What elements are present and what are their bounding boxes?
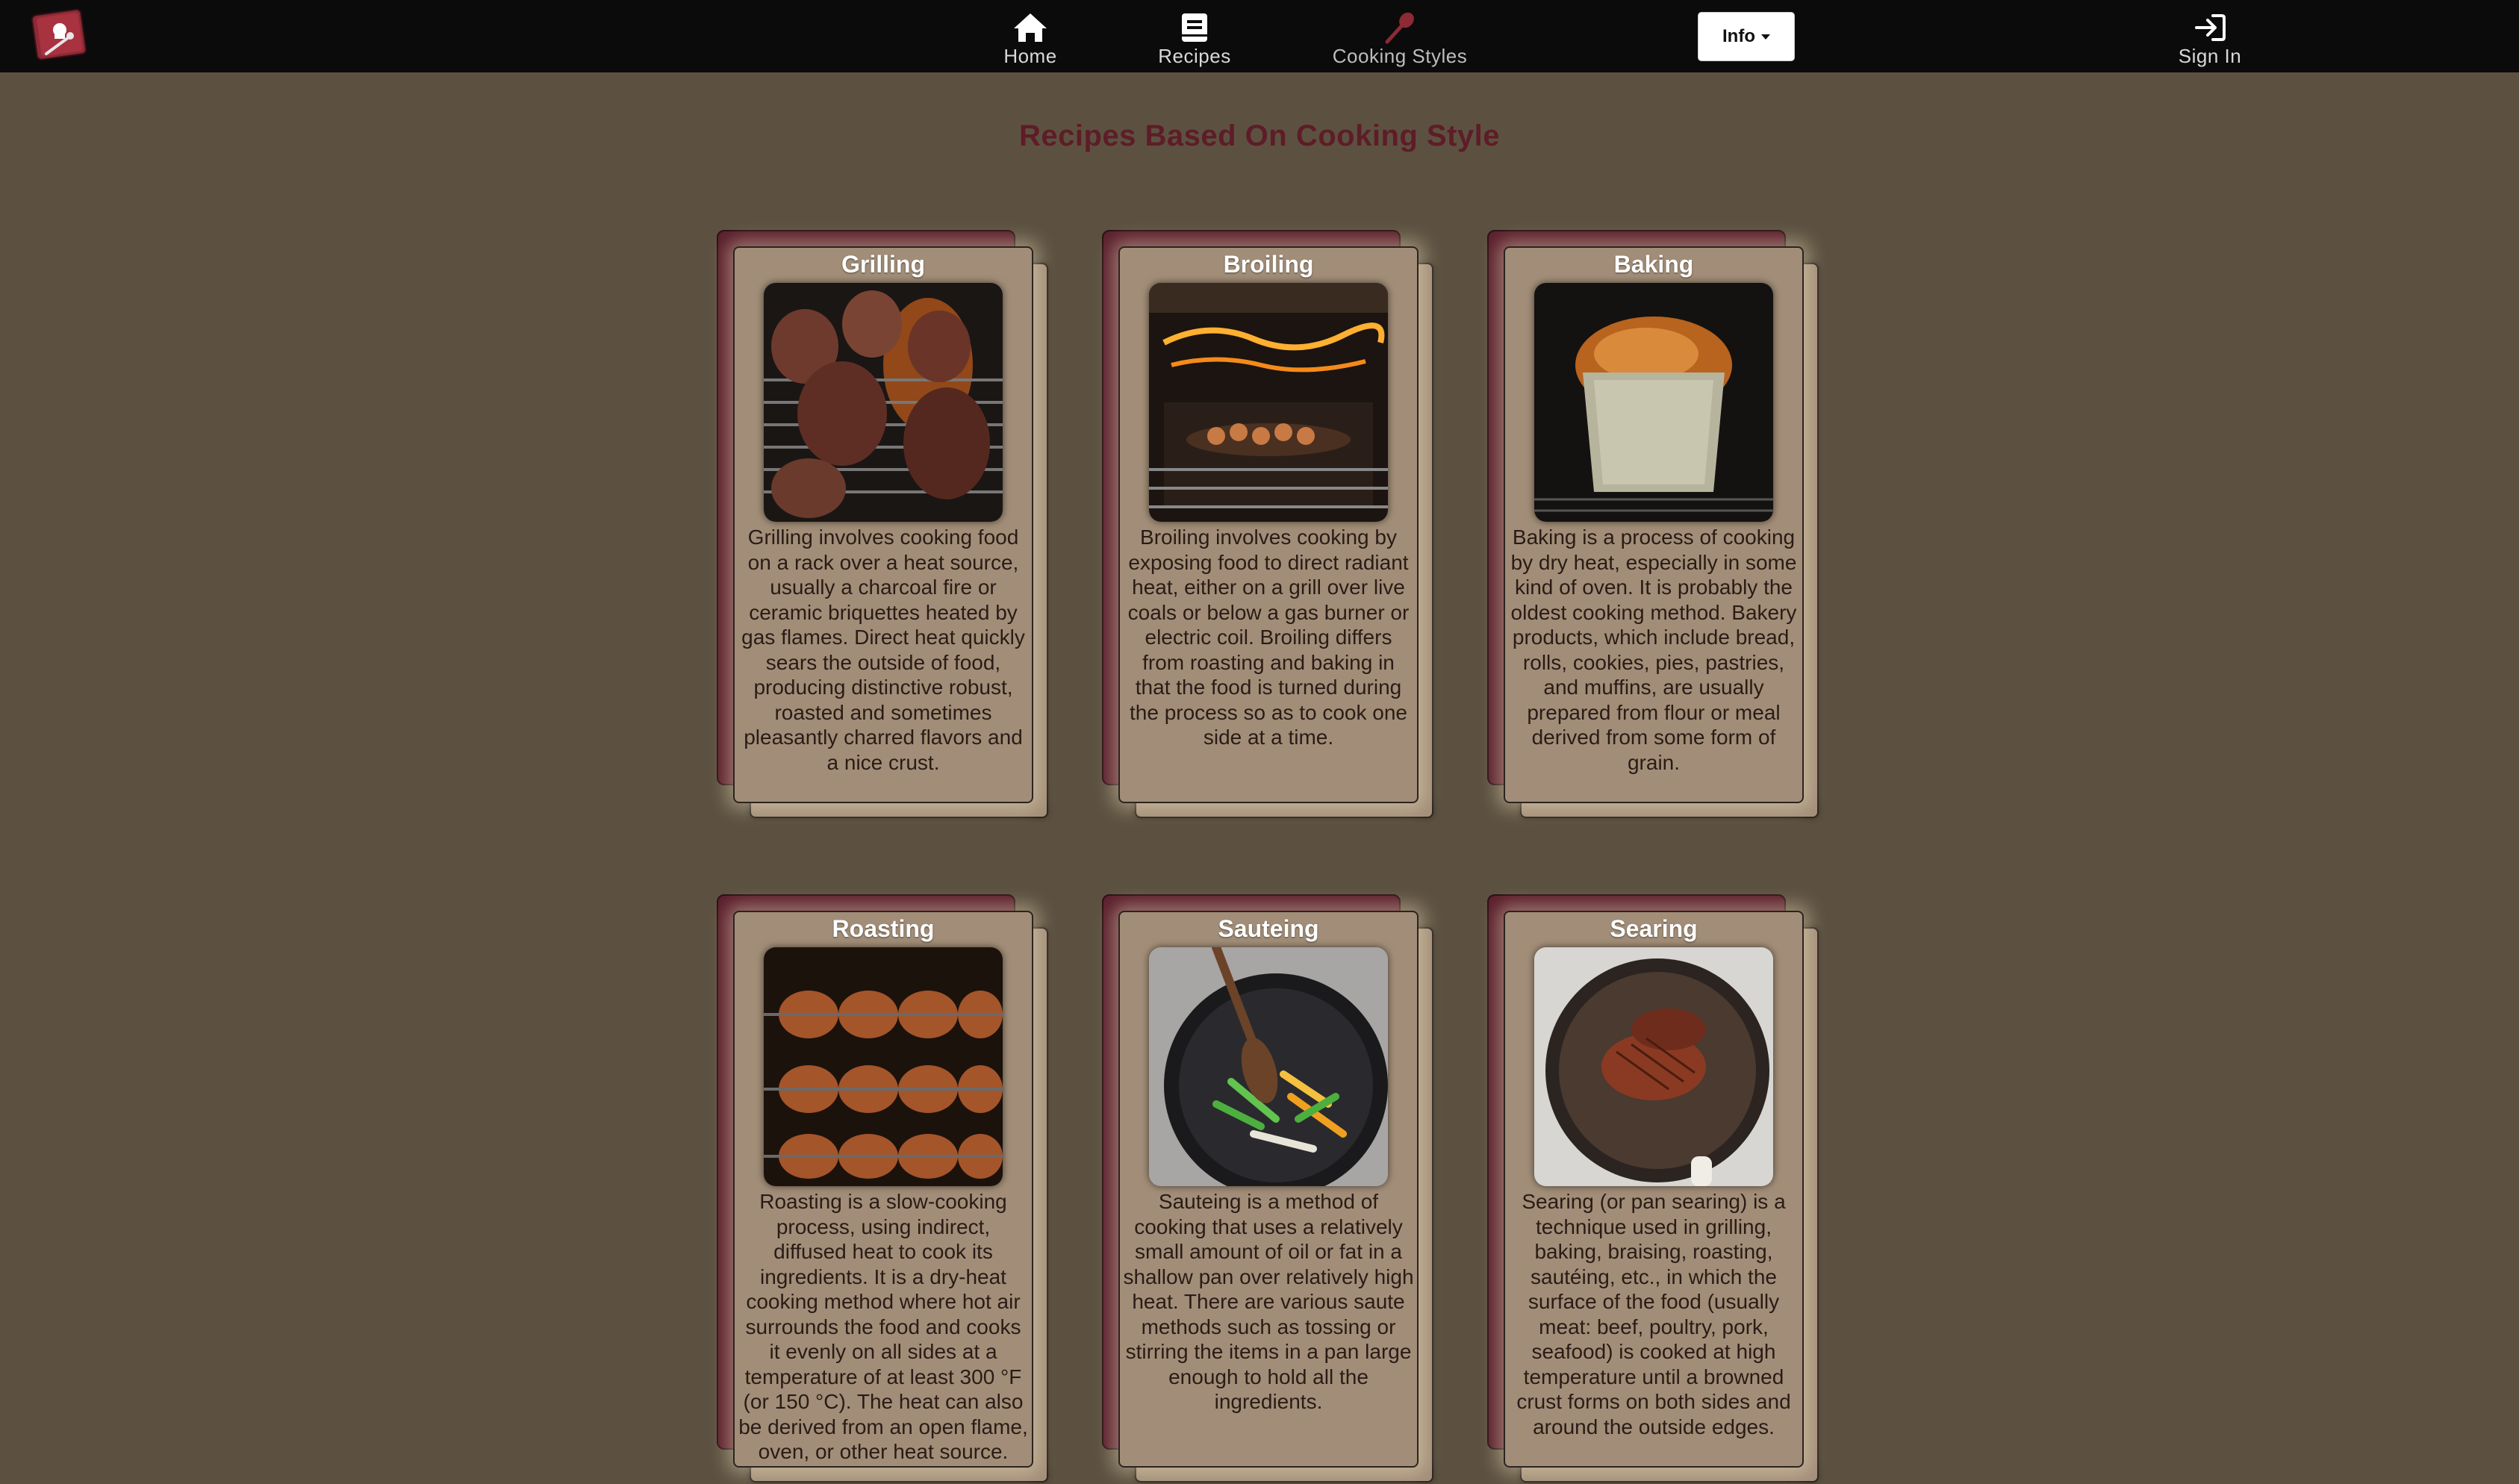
card-broiling[interactable]: Broiling Broiling involves cooking by ex… [1102, 230, 1433, 820]
card-searing[interactable]: Searing Searing (or pan searing) is a te… [1487, 894, 1819, 1484]
card-description: Baking is a process of cooking by dry he… [1510, 526, 1797, 774]
nav-recipes-label: Recipes [1158, 45, 1231, 67]
card-sauteing[interactable]: Sauteing Sauteing is a method of cooking… [1102, 894, 1433, 1484]
info-dropdown-button[interactable]: Info [1698, 12, 1795, 61]
sign-in-icon [2193, 10, 2226, 45]
nav-home[interactable]: Home [993, 0, 1068, 72]
card-front: Sauteing Sauteing is a method of cooking… [1118, 911, 1419, 1468]
card-description: Roasting is a slow-cooking process, usin… [738, 1190, 1028, 1462]
card-title: Roasting [832, 915, 935, 942]
card-title: Broiling [1223, 251, 1314, 278]
card-title: Grilling [841, 251, 925, 278]
nav-recipes[interactable]: Recipes [1153, 0, 1236, 72]
rotisserie-chicken-image[interactable] [764, 947, 1003, 1186]
card-description: Grilling involves cooking food on a rack… [741, 526, 1025, 774]
nav-sign-in-label: Sign In [2178, 45, 2242, 67]
nav-sign-in[interactable]: Sign In [2169, 0, 2251, 72]
card-title: Baking [1613, 251, 1694, 278]
card-front: Grilling Grilling involves cooking food … [733, 246, 1033, 803]
seared-meat-image[interactable] [1534, 947, 1773, 1186]
spoon-icon [1383, 10, 1417, 45]
brand-logo[interactable] [31, 7, 90, 61]
card-description: Searing (or pan searing) is a technique … [1516, 1190, 1791, 1438]
card-front: Baking Baking is a process of cooking by… [1504, 246, 1804, 803]
oven-broiler-image[interactable] [1149, 283, 1388, 522]
home-icon [1012, 10, 1048, 45]
card-title: Searing [1610, 915, 1698, 942]
grilled-meat-image[interactable] [764, 283, 1003, 522]
card-baking[interactable]: Baking Baking is a process of cooking by… [1487, 230, 1819, 820]
card-title: Sauteing [1218, 915, 1319, 942]
caret-down-icon [1760, 34, 1770, 40]
card-front: Roasting Roasting is a slow-cooking proc… [733, 911, 1033, 1468]
bread-loaf-image[interactable] [1534, 283, 1773, 522]
book-icon [1180, 10, 1209, 45]
saute-pan-image[interactable] [1149, 947, 1388, 1186]
card-description: Broiling involves cooking by exposing fo… [1127, 526, 1410, 749]
card-front: Searing Searing (or pan searing) is a te… [1504, 911, 1804, 1468]
card-grilling[interactable]: Grilling Grilling involves cooking food … [717, 230, 1048, 820]
card-description: Sauteing is a method of cooking that use… [1123, 1190, 1414, 1413]
card-roasting[interactable]: Roasting Roasting is a slow-cooking proc… [717, 894, 1048, 1484]
nav-cooking-styles[interactable]: Cooking Styles [1329, 0, 1471, 72]
nav-home-label: Home [1003, 45, 1057, 67]
nav-cooking-styles-label: Cooking Styles [1332, 45, 1468, 67]
page-title: Recipes Based On Cooking Style [1018, 119, 1501, 152]
navbar: Home Recipes Cooking Styles Info Sign In [0, 0, 2519, 72]
info-label: Info [1722, 26, 1755, 46]
card-front: Broiling Broiling involves cooking by ex… [1118, 246, 1419, 803]
